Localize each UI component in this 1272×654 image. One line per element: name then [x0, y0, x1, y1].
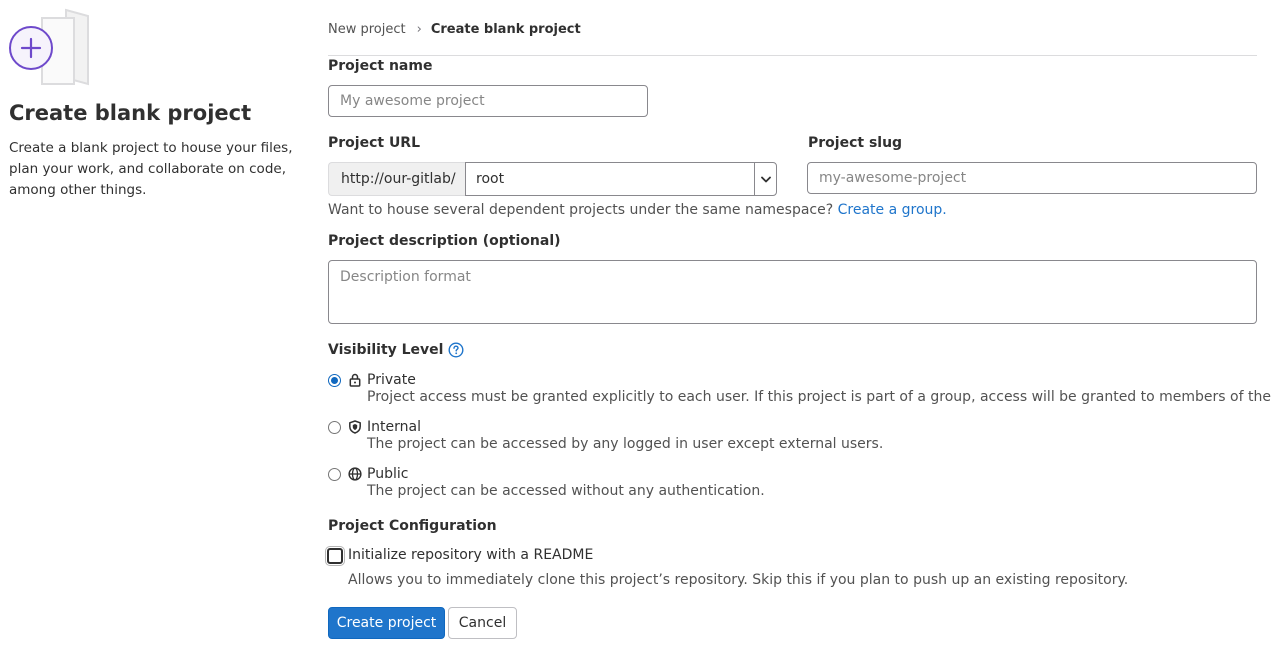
breadcrumb-divider — [328, 55, 1257, 56]
public-option-description: The project can be accessed without any … — [367, 483, 765, 499]
initialize-readme-label[interactable]: Initialize repository with a README — [348, 547, 593, 563]
globe-icon — [348, 467, 362, 481]
project-name-input[interactable] — [328, 85, 648, 117]
shield-icon — [348, 420, 362, 434]
page-title: Create blank project — [9, 101, 252, 125]
internal-option-title: Internal — [367, 419, 421, 435]
lock-icon — [348, 373, 362, 387]
breadcrumb-new-project[interactable]: New project — [328, 22, 406, 37]
breadcrumb: New project › Create blank project — [328, 22, 581, 37]
breadcrumb-separator: › — [416, 22, 422, 37]
visibility-level-label: Visibility Level — [328, 342, 444, 358]
breadcrumb-current: Create blank project — [430, 22, 581, 37]
page-description: Create a blank project to house your fil… — [9, 140, 293, 198]
project-url-label: Project URL — [328, 135, 421, 151]
internal-radio[interactable] — [328, 421, 341, 434]
namespace-select[interactable]: root — [465, 162, 777, 196]
private-option-description: Project access must be granted explicitl… — [367, 389, 1272, 405]
visibility-option-internal[interactable]: Internal The project can be accessed by … — [328, 419, 883, 453]
blank-project-illustration — [8, 8, 92, 88]
namespace-help-text: Want to house several dependent projects… — [328, 202, 947, 218]
internal-option-description: The project can be accessed by any logge… — [367, 436, 884, 452]
project-url-prefix: http://our-gitlab/ — [328, 162, 465, 196]
project-description-label: Project description (optional) — [328, 233, 561, 249]
visibility-option-public[interactable]: Public The project can be accessed witho… — [328, 466, 765, 500]
public-option-title: Public — [367, 466, 409, 482]
cancel-button[interactable]: Cancel — [448, 607, 517, 639]
visibility-option-private[interactable]: Private Project access must be granted e… — [328, 372, 1272, 406]
chevron-down-icon[interactable] — [754, 163, 776, 195]
private-option-title: Private — [367, 372, 416, 388]
initialize-readme-help: Allows you to immediately clone this pro… — [348, 572, 1129, 588]
initialize-readme-checkbox[interactable] — [327, 548, 343, 564]
namespace-help-message: Want to house several dependent projects… — [328, 202, 834, 218]
private-radio[interactable] — [328, 374, 341, 387]
visibility-level-heading: Visibility Level — [328, 342, 464, 358]
namespace-value: root — [476, 171, 505, 187]
project-slug-label: Project slug — [808, 135, 903, 151]
public-radio[interactable] — [328, 468, 341, 481]
create-project-button[interactable]: Create project — [328, 607, 445, 639]
create-group-link[interactable]: Create a group. — [838, 202, 947, 218]
project-configuration-label: Project Configuration — [328, 518, 497, 534]
project-description-textarea[interactable] — [328, 260, 1257, 324]
project-slug-input[interactable] — [807, 162, 1257, 194]
project-name-label: Project name — [328, 58, 433, 74]
question-circle-icon[interactable] — [448, 342, 464, 358]
